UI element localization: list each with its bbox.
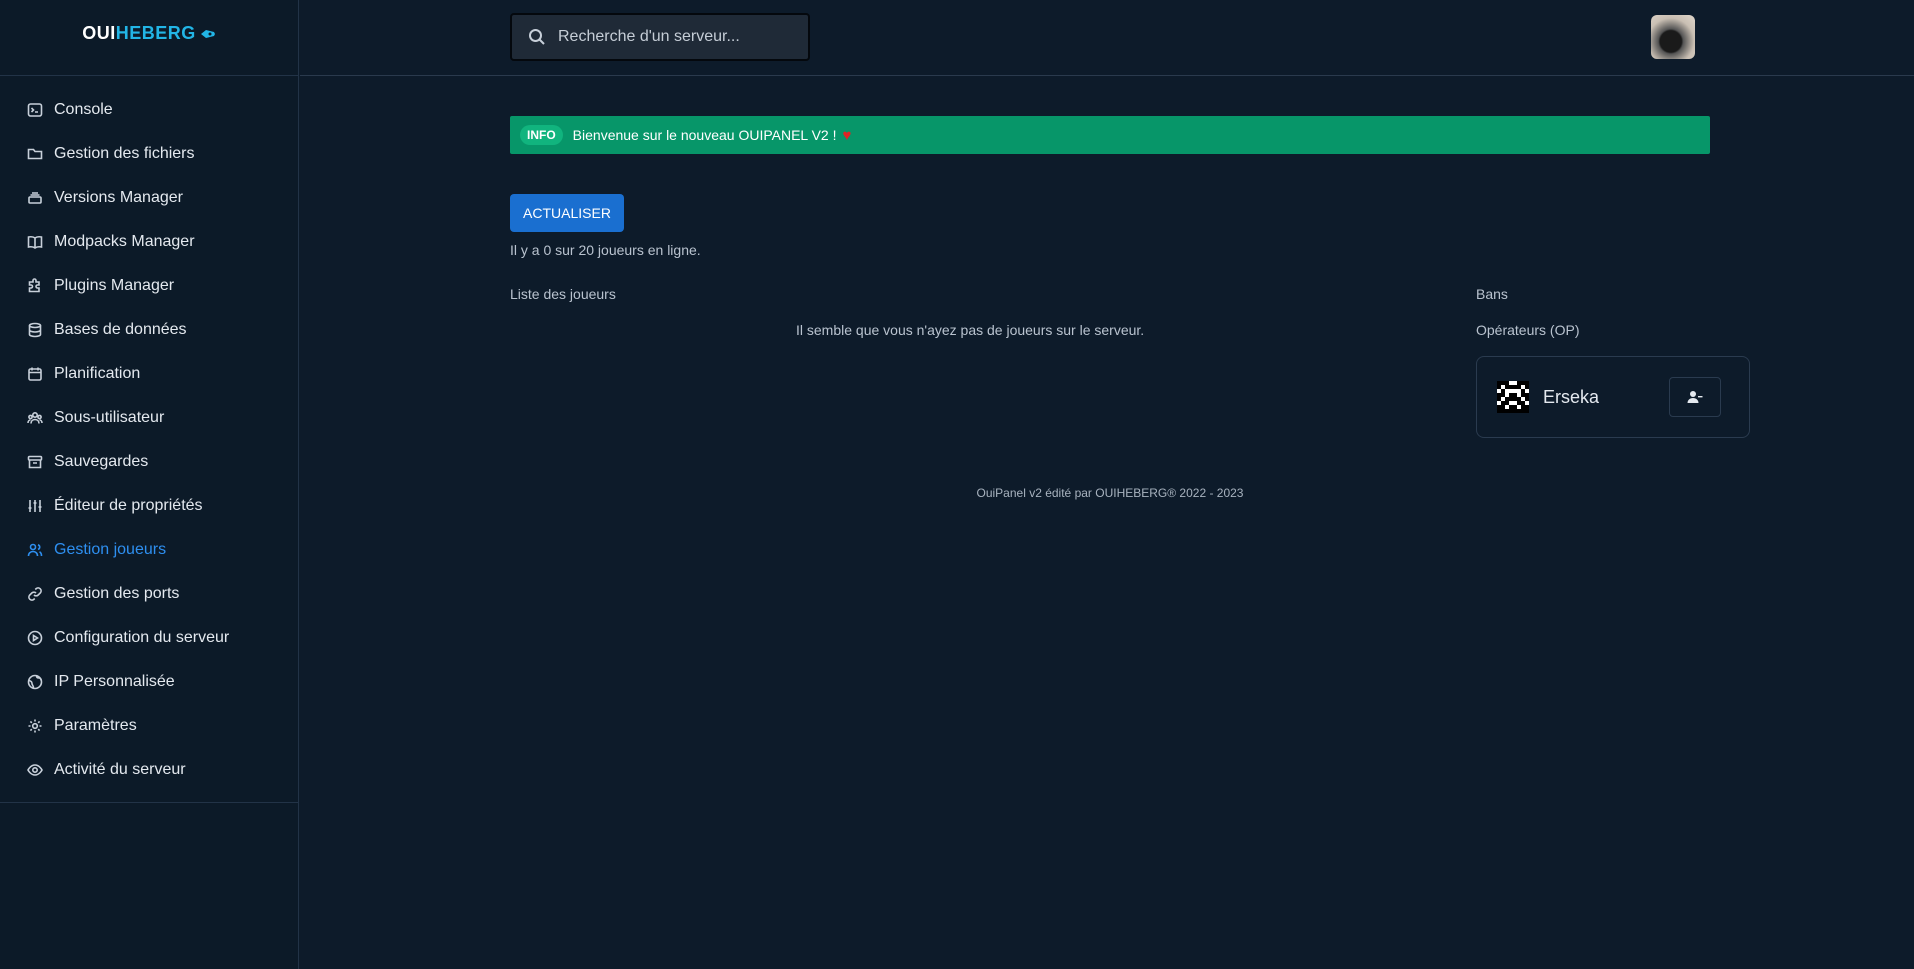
sidebar-item-label: Sauvegardes bbox=[54, 453, 149, 470]
sidebar-item-plugins[interactable]: Plugins Manager bbox=[0, 264, 298, 308]
sidebar-item-activity[interactable]: Activité du serveur bbox=[0, 748, 298, 792]
sidebar-item-label: Éditeur de propriétés bbox=[54, 497, 203, 514]
sidebar-item-label: IP Personnalisée bbox=[54, 673, 175, 690]
sidebar: OUI HEBERG Console Gestion des fichiers V… bbox=[0, 0, 299, 969]
users-icon bbox=[26, 409, 44, 427]
operator-card: Erseka bbox=[1476, 356, 1750, 438]
logo-text-heberg: HEBERG bbox=[115, 23, 196, 43]
sidebar-item-versions[interactable]: Versions Manager bbox=[0, 176, 298, 220]
sidebar-item-label: Configuration du serveur bbox=[54, 629, 230, 646]
refresh-button[interactable]: ACTUALISER bbox=[510, 194, 624, 232]
sidebar-item-settings[interactable]: Paramètres bbox=[0, 704, 298, 748]
ouiheberg-logo[interactable]: OUI HEBERG bbox=[82, 23, 216, 44]
sliders-icon bbox=[26, 497, 44, 515]
link-icon bbox=[26, 585, 44, 603]
sidebar-item-label: Activité du serveur bbox=[54, 761, 186, 778]
user-minus-icon bbox=[1687, 391, 1703, 403]
play-circle-icon bbox=[26, 629, 44, 647]
sidebar-item-players[interactable]: Gestion joueurs bbox=[0, 528, 298, 572]
sidebar-item-console[interactable]: Console bbox=[0, 88, 298, 132]
layers-icon bbox=[26, 189, 44, 207]
info-badge: INFO bbox=[520, 125, 563, 145]
info-text: Bienvenue sur le nouveau OUIPANEL V2 ! bbox=[572, 127, 837, 143]
player-skin-icon bbox=[1497, 381, 1529, 413]
sidebar-item-label: Modpacks Manager bbox=[54, 233, 195, 250]
sidebar-item-schedule[interactable]: Planification bbox=[0, 352, 298, 396]
footer-text: OuiPanel v2 édité par OUIHEBERG® 2022 - … bbox=[976, 486, 1244, 500]
logo-area: OUI HEBERG bbox=[0, 0, 298, 76]
sidebar-item-label: Sous-utilisateur bbox=[54, 409, 165, 426]
folder-icon bbox=[26, 145, 44, 163]
sidebar-item-label: Versions Manager bbox=[54, 189, 183, 206]
bans-heading: Bans bbox=[1476, 286, 1508, 302]
operators-heading: Opérateurs (OP) bbox=[1476, 322, 1580, 338]
sidebar-item-custom-ip[interactable]: IP Personnalisée bbox=[0, 660, 298, 704]
topbar bbox=[300, 0, 1914, 76]
gear-icon bbox=[26, 717, 44, 735]
book-icon bbox=[26, 233, 44, 251]
remove-operator-button[interactable] bbox=[1669, 377, 1721, 417]
puzzle-icon bbox=[26, 277, 44, 295]
sidebar-item-label: Paramètres bbox=[54, 717, 137, 734]
logo-text-oui: OUI bbox=[82, 23, 116, 43]
sidebar-item-modpacks[interactable]: Modpacks Manager bbox=[0, 220, 298, 264]
sidebar-item-files[interactable]: Gestion des fichiers bbox=[0, 132, 298, 176]
sidebar-item-databases[interactable]: Bases de données bbox=[0, 308, 298, 352]
globe-icon bbox=[26, 673, 44, 691]
database-icon bbox=[26, 321, 44, 339]
sidebar-nav: Console Gestion des fichiers Versions Ma… bbox=[0, 76, 298, 803]
sidebar-item-label: Plugins Manager bbox=[54, 277, 175, 294]
info-banner: INFO Bienvenue sur le nouveau OUIPANEL V… bbox=[510, 116, 1710, 154]
sidebar-item-label: Bases de données bbox=[54, 321, 187, 338]
online-players-text: Il y a 0 sur 20 joueurs en ligne. bbox=[510, 242, 701, 258]
empty-players-message: Il semble que vous n'ayez pas de joueurs… bbox=[796, 322, 1145, 338]
eye-icon bbox=[26, 761, 44, 779]
sidebar-item-label: Gestion des ports bbox=[54, 585, 180, 602]
operator-name: Erseka bbox=[1543, 386, 1600, 407]
sidebar-item-server-config[interactable]: Configuration du serveur bbox=[0, 616, 298, 660]
search-icon bbox=[529, 29, 545, 45]
sidebar-item-properties[interactable]: Éditeur de propriétés bbox=[0, 484, 298, 528]
heart-icon: ♥ bbox=[842, 126, 852, 144]
calendar-icon bbox=[26, 365, 44, 383]
sidebar-item-backups[interactable]: Sauvegardes bbox=[0, 440, 298, 484]
sidebar-item-label: Gestion des fichiers bbox=[54, 145, 195, 162]
search-box[interactable] bbox=[510, 13, 810, 61]
search-input[interactable] bbox=[558, 28, 788, 46]
sidebar-item-label: Gestion joueurs bbox=[54, 541, 167, 558]
user-group-icon bbox=[26, 541, 44, 559]
sidebar-item-ports[interactable]: Gestion des ports bbox=[0, 572, 298, 616]
sidebar-item-subusers[interactable]: Sous-utilisateur bbox=[0, 396, 298, 440]
archive-icon bbox=[26, 453, 44, 471]
players-list-heading: Liste des joueurs bbox=[510, 286, 616, 302]
terminal-icon bbox=[26, 101, 44, 119]
sidebar-item-label: Planification bbox=[54, 365, 141, 382]
sidebar-item-label: Console bbox=[54, 101, 113, 118]
user-avatar[interactable] bbox=[1651, 15, 1695, 59]
rocket-icon bbox=[200, 28, 216, 40]
